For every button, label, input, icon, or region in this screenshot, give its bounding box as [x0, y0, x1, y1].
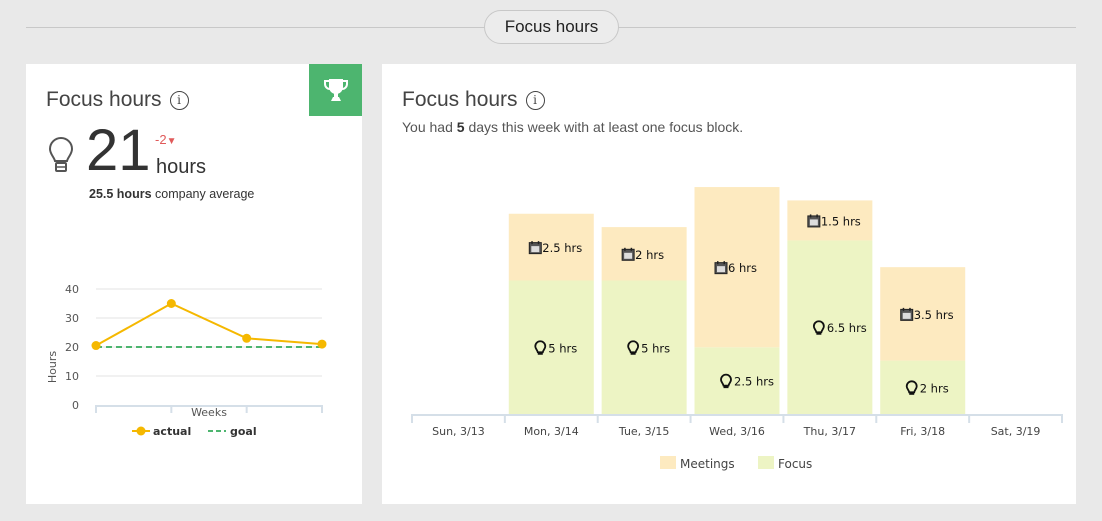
- x-axis-label: Weeks: [191, 406, 227, 419]
- summary-card: Focus hours i 21 -2▼ hours 25.5 hours co…: [26, 64, 362, 504]
- bulb-base: [723, 385, 729, 389]
- bar-group: 6.5 hrs 1.5 hrs: [787, 200, 873, 414]
- x-tick-label: Sat, 3/19: [991, 425, 1041, 438]
- y-tick-label: 10: [65, 370, 79, 383]
- bar-label-focus: 6.5 hrs: [827, 321, 867, 335]
- calendar-ring: [531, 241, 533, 245]
- legend-label-goal: goal: [230, 425, 257, 438]
- data-point-actual: [166, 299, 176, 308]
- bar-label-meetings: 6 hrs: [728, 261, 757, 275]
- bar-label-focus: 5 hrs: [548, 341, 577, 355]
- bar-label-meetings: 2 hrs: [635, 248, 664, 262]
- bar-label-meetings: 1.5 hrs: [821, 214, 861, 228]
- bar-group: 2 hrs 3.5 hrs: [880, 267, 966, 414]
- bulb-base: [909, 392, 915, 395]
- bar-label-meetings: 3.5 hrs: [914, 308, 954, 322]
- bulb-base: [630, 352, 636, 355]
- calendar-icon: [900, 307, 914, 321]
- weekly-line-chart: 0 10 20 30 40 Weeks Hours actual goal: [46, 283, 327, 438]
- bulb-base: [537, 352, 543, 355]
- bar-label-focus: 5 hrs: [641, 341, 670, 355]
- legend-swatch-focus: [758, 456, 774, 469]
- x-tick-label: Sun, 3/13: [432, 425, 485, 438]
- calendar-ring: [537, 241, 540, 245]
- calendar-grid: [531, 246, 540, 253]
- calendar-icon: [621, 247, 635, 261]
- data-point-actual: [91, 341, 101, 351]
- legend-label-actual: actual: [153, 425, 191, 438]
- bar-group: 5 hrs 2 hrs: [601, 227, 687, 414]
- calendar-ring: [624, 247, 626, 251]
- calendar-grid: [902, 312, 911, 319]
- x-tick-label: Wed, 3/16: [709, 425, 765, 438]
- calendar-ring: [909, 307, 911, 311]
- legend-marker-actual: [136, 426, 146, 436]
- bar-group: 5 hrs 2.5 hrs: [508, 213, 594, 414]
- calendar-grid: [717, 266, 725, 273]
- data-point-actual: [242, 333, 252, 343]
- legend-label-meetings: Meetings: [680, 457, 735, 471]
- data-point-actual: [317, 339, 327, 349]
- y-tick-label: 0: [72, 399, 79, 412]
- calendar-ring: [630, 247, 633, 251]
- bar-label-focus: 2 hrs: [920, 381, 949, 395]
- calendar-grid: [624, 252, 633, 259]
- calendar-ring: [717, 261, 719, 265]
- calendar-icon: [807, 214, 821, 228]
- bar-label-meetings: 2.5 hrs: [542, 241, 582, 255]
- x-tick-label: Thu, 3/17: [803, 425, 856, 438]
- calendar-ring: [723, 261, 725, 265]
- section-header-pill[interactable]: Focus hours: [484, 10, 619, 44]
- daily-stacked-bar-chart: Sun, 3/13 5 hrs 2.5 hrs Mon, 3/14 5 hrs 2 hrs…: [411, 187, 1063, 471]
- y-axis-label: Hours: [46, 351, 59, 383]
- calendar-icon: [714, 261, 728, 275]
- calendar-ring: [902, 307, 905, 311]
- y-tick-label: 40: [65, 283, 79, 296]
- x-tick-label: Fri, 3/18: [900, 425, 945, 438]
- calendar-icon: [528, 241, 542, 255]
- calendar-grid: [809, 219, 818, 226]
- y-tick-label: 30: [65, 312, 79, 325]
- calendar-ring: [809, 214, 812, 218]
- x-tick-label: Mon, 3/14: [524, 425, 579, 438]
- bulb-base: [816, 332, 822, 335]
- calendar-ring: [816, 214, 818, 218]
- x-tick-label: Tue, 3/15: [618, 425, 669, 438]
- series-line-actual: [95, 302, 323, 347]
- detail-card: Focus hours i You had 5 days this week w…: [382, 64, 1076, 504]
- legend-label-focus: Focus: [778, 457, 812, 471]
- y-tick-label: 20: [65, 341, 79, 354]
- bar-group: 2.5 hrs 6 hrs: [694, 187, 780, 414]
- bar-label-focus: 2.5 hrs: [734, 375, 774, 389]
- legend-swatch-meetings: [660, 456, 676, 469]
